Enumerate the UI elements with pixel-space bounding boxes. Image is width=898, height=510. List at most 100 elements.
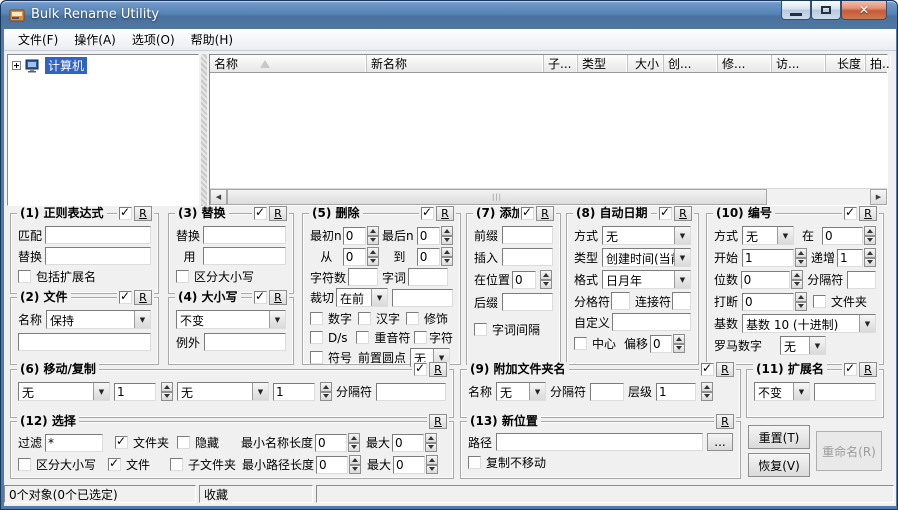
num-at-spinner[interactable] [864, 226, 876, 245]
appendfolder-levels-input[interactable] [656, 383, 696, 401]
movecopy-sep-input[interactable] [376, 383, 446, 401]
remove-trim-checkbox[interactable] [406, 312, 419, 325]
autodate-mode-dropdown[interactable]: 无 ▼ [602, 226, 691, 245]
appendfolder-name-dropdown[interactable]: 无 ▼ [496, 382, 546, 401]
autodate-sep-input[interactable] [611, 292, 630, 310]
extension-mode-dropdown[interactable]: 不变 ▼ [754, 382, 810, 401]
replace-with-input[interactable] [203, 247, 286, 265]
group-remove-checkbox[interactable] [421, 207, 434, 220]
column-new-name[interactable]: 新名称 [367, 55, 544, 72]
autodate-custom-input[interactable] [612, 313, 691, 331]
num-pad-input[interactable] [741, 271, 791, 289]
remove-sym-checkbox[interactable] [310, 351, 323, 364]
autodate-offset-spinner[interactable] [673, 334, 685, 353]
movecopy-n2-spinner[interactable] [320, 382, 332, 401]
group-autodate-checkbox[interactable] [659, 207, 672, 220]
newloc-browse-button[interactable]: ... [707, 433, 733, 451]
horizontal-scrollbar[interactable]: ◀ ||| ▶ [210, 188, 887, 205]
num-pad-spinner[interactable] [791, 270, 803, 289]
close-button[interactable]: ✕ [841, 1, 887, 20]
remove-to-spinner[interactable] [441, 247, 453, 266]
remove-words-input[interactable] [408, 268, 448, 286]
group-numbering-checkbox[interactable] [844, 207, 857, 220]
group-autodate-reset-button[interactable]: R [674, 206, 692, 221]
rename-button[interactable]: 重命名(R) [816, 431, 882, 471]
group-add-checkbox[interactable] [521, 207, 534, 220]
menu-actions[interactable]: 操作(A) [66, 29, 124, 50]
num-break-input[interactable] [742, 293, 794, 311]
group-replace-checkbox[interactable] [254, 207, 267, 220]
add-wordspace-checkbox[interactable] [474, 323, 487, 336]
num-break-spinner[interactable] [795, 292, 807, 311]
menu-help[interactable]: 帮助(H) [183, 29, 241, 50]
maximize-button[interactable] [811, 1, 841, 20]
sel-minname-input[interactable] [315, 434, 347, 452]
scrollbar-thumb[interactable]: ||| [227, 189, 767, 205]
autodate-seg-input[interactable] [672, 292, 691, 310]
movecopy-n2-input[interactable] [273, 383, 315, 401]
scroll-right-icon[interactable]: ▶ [870, 189, 887, 205]
group-remove-reset-button[interactable]: R [436, 206, 454, 221]
file-name-input[interactable] [18, 333, 151, 351]
tree-root-label[interactable]: 计算机 [45, 57, 87, 74]
column-size[interactable]: 大小 [628, 55, 664, 72]
column-length[interactable]: 长度 [826, 55, 866, 72]
expand-icon[interactable] [12, 61, 21, 70]
movecopy-n1-input[interactable] [114, 383, 156, 401]
remove-lastn-spinner[interactable] [441, 226, 453, 245]
autodate-center-checkbox[interactable] [574, 337, 587, 350]
movecopy-mode1-dropdown[interactable]: 无 ▼ [18, 382, 110, 401]
group-appendfolder-reset-button[interactable]: R [716, 362, 734, 377]
num-start-spinner[interactable] [795, 248, 807, 267]
appendfolder-levels-spinner[interactable] [701, 382, 713, 401]
extension-input[interactable] [814, 383, 876, 401]
autodate-format-dropdown[interactable]: 日月年 ▼ [602, 270, 691, 289]
remove-accents-checkbox[interactable] [356, 331, 369, 344]
group-add-reset-button[interactable]: R [536, 206, 554, 221]
remove-chars2-checkbox[interactable] [414, 331, 427, 344]
sel-max1-spinner[interactable] [425, 433, 437, 452]
remove-crop-input[interactable] [392, 289, 453, 307]
tree-list-splitter[interactable] [201, 54, 207, 206]
num-at-input[interactable] [822, 227, 863, 245]
group-selections-reset-button[interactable]: R [429, 414, 447, 429]
remove-digits-checkbox[interactable] [310, 312, 323, 325]
num-folder-checkbox[interactable] [813, 295, 826, 308]
remove-lastn-input[interactable] [417, 227, 440, 245]
tree-root-item[interactable]: 计算机 [8, 55, 198, 76]
group-movecopy-reset-button[interactable]: R [429, 362, 447, 377]
sel-case-checkbox[interactable] [18, 458, 31, 471]
sel-filter-input[interactable] [45, 434, 103, 452]
autodate-offset-input[interactable] [650, 335, 672, 353]
regex-match-input[interactable] [45, 226, 151, 244]
scrollbar-track[interactable] [767, 189, 870, 205]
group-appendfolder-checkbox[interactable] [701, 363, 714, 376]
file-name-dropdown[interactable]: 保持 ▼ [46, 310, 151, 329]
column-sub[interactable]: 子... [544, 55, 578, 72]
regex-replace-input[interactable] [45, 247, 151, 265]
sel-max1-input[interactable] [392, 434, 424, 452]
title-bar[interactable]: Bulk Rename Utility ✕ [1, 1, 897, 29]
num-sep-input[interactable] [847, 271, 876, 289]
sel-folders-checkbox[interactable] [115, 436, 128, 449]
group-numbering-reset-button[interactable]: R [859, 206, 877, 221]
remove-chinese-checkbox[interactable] [358, 312, 371, 325]
num-start-input[interactable] [742, 249, 794, 267]
group-case-reset-button[interactable]: R [269, 290, 287, 305]
num-incr-spinner[interactable] [864, 248, 876, 267]
sel-subfolders-checkbox[interactable] [170, 458, 183, 471]
list-body[interactable] [210, 73, 887, 188]
sel-max2-spinner[interactable] [426, 455, 438, 474]
add-atpos-spinner[interactable] [540, 270, 552, 289]
replace-find-input[interactable] [203, 226, 286, 244]
case-mode-dropdown[interactable]: 不变 ▼ [176, 310, 286, 329]
sel-hidden-checkbox[interactable] [177, 436, 190, 449]
remove-firstn-input[interactable] [343, 227, 366, 245]
movecopy-n1-spinner[interactable] [161, 382, 173, 401]
add-atpos-input[interactable] [512, 271, 536, 289]
sel-minpath-input[interactable] [316, 456, 348, 474]
column-accessed[interactable]: 访... [772, 55, 826, 72]
revert-button[interactable]: 恢复(V) [748, 453, 810, 477]
group-file-reset-button[interactable]: R [134, 290, 152, 305]
group-movecopy-checkbox[interactable] [414, 363, 427, 376]
